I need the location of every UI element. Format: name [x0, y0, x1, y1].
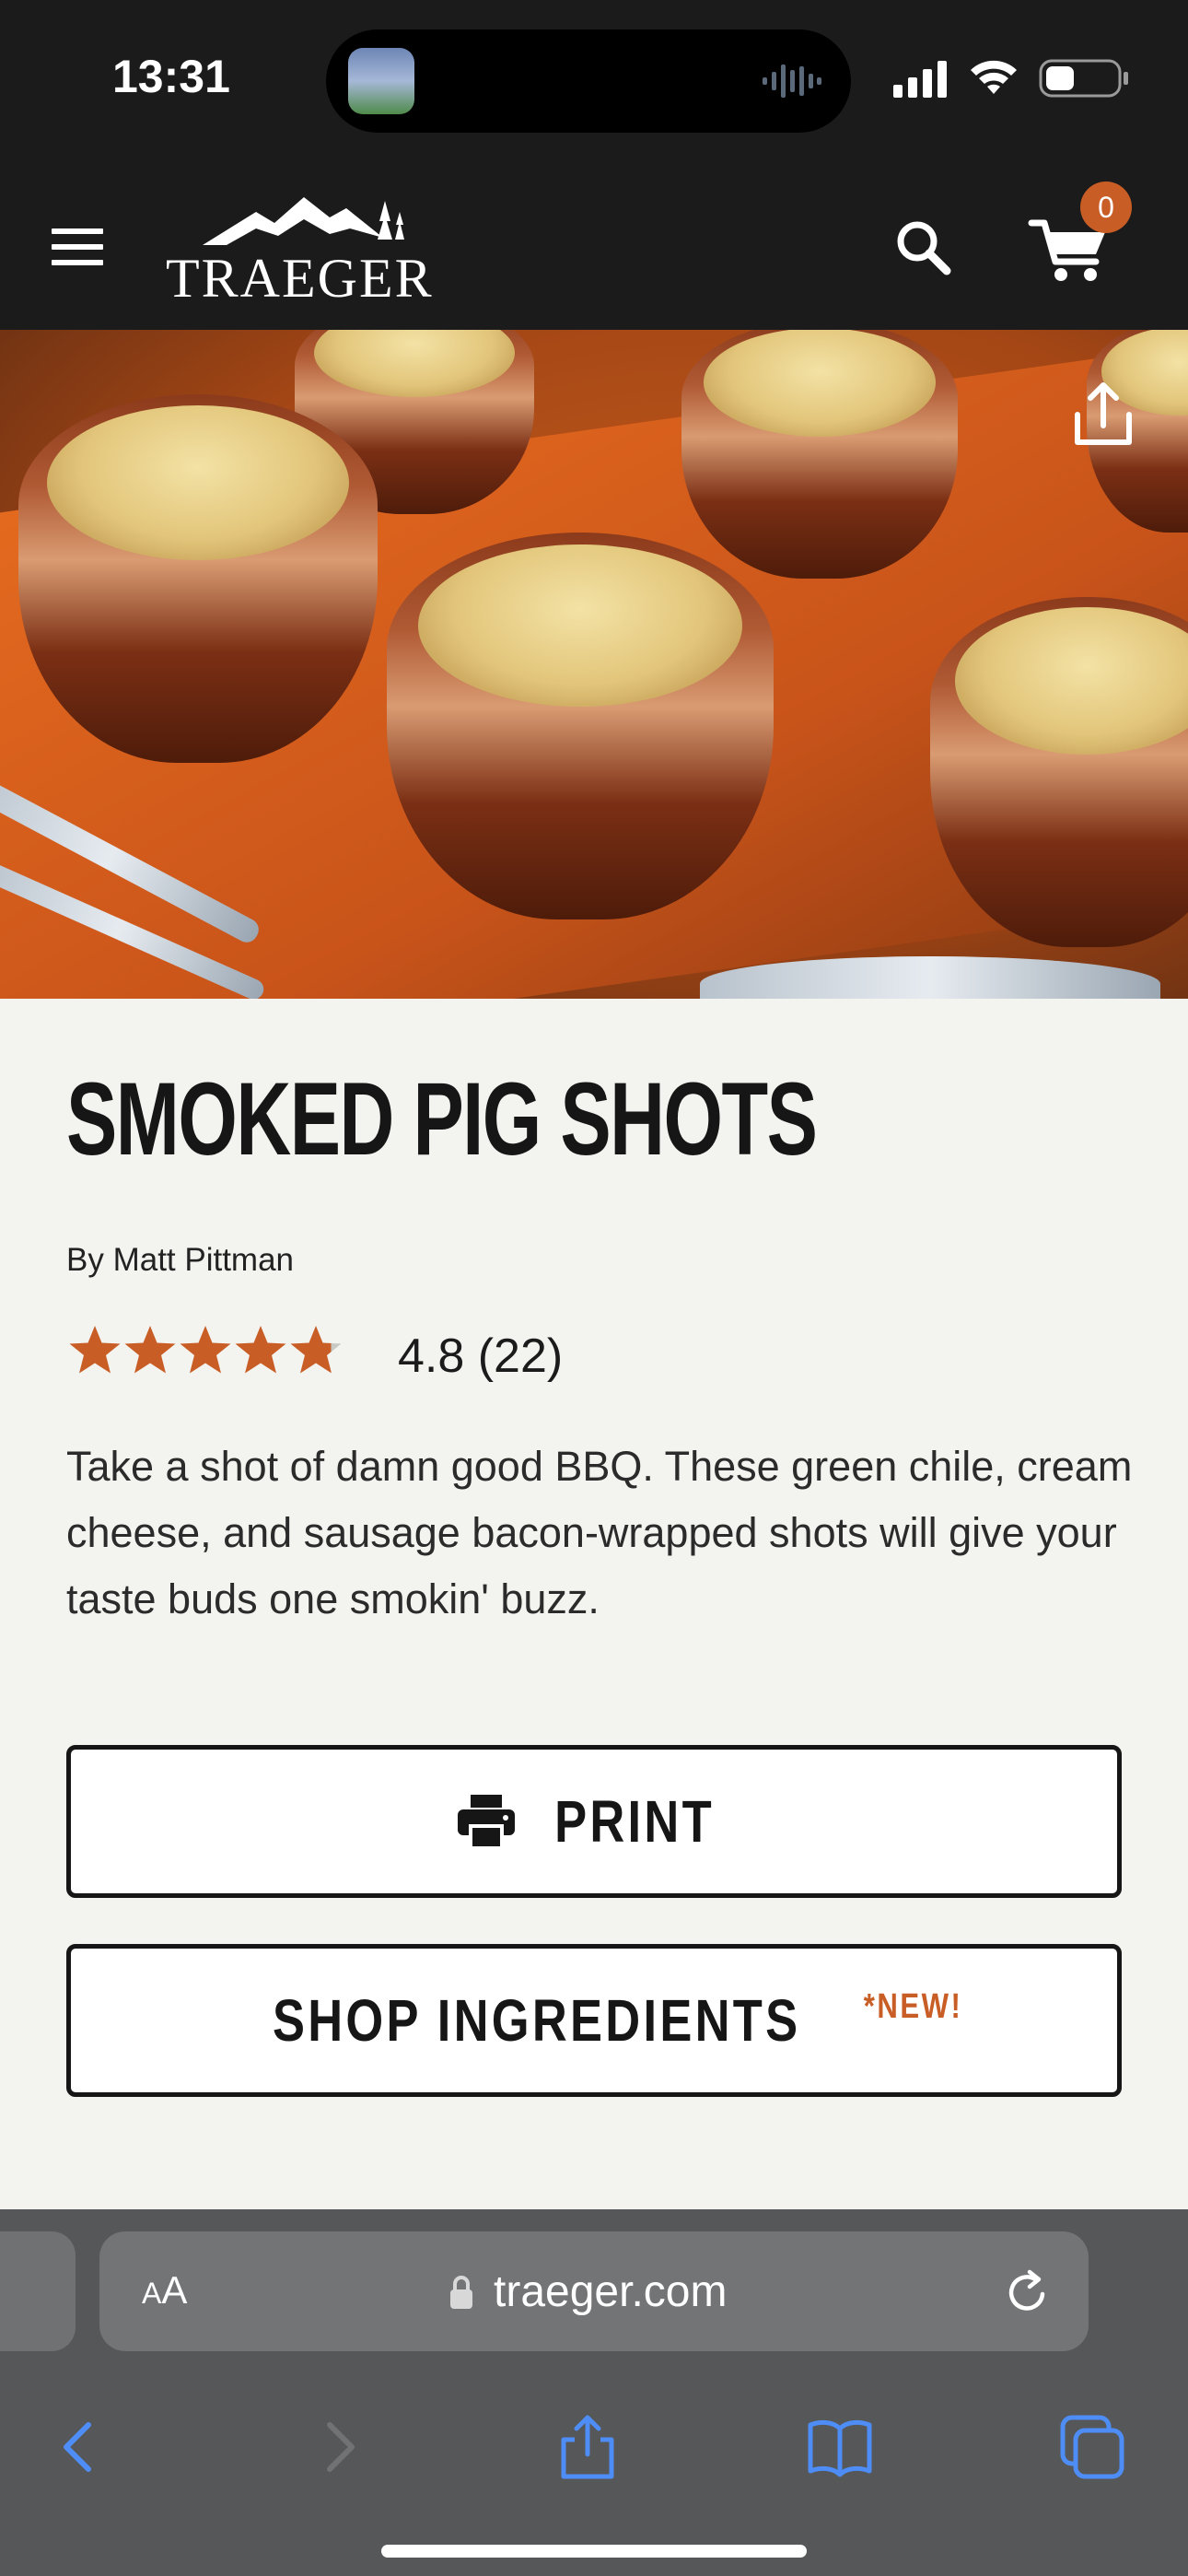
bookmarks-icon[interactable] — [807, 2414, 873, 2480]
shop-ingredients-button[interactable]: SHOP INGREDIENTS *NEW! — [66, 1944, 1122, 2097]
hamburger-icon-line — [52, 244, 103, 250]
lock-icon — [450, 2276, 472, 2309]
back-icon[interactable] — [46, 2414, 112, 2480]
address-bar[interactable]: AA traeger.com — [99, 2231, 1089, 2351]
star-icon — [69, 1326, 121, 1374]
wifi-icon — [971, 60, 1017, 94]
hamburger-icon-line — [52, 260, 103, 265]
printer-icon — [458, 1795, 515, 1850]
home-indicator[interactable] — [381, 2545, 807, 2558]
star-icon — [180, 1326, 231, 1374]
pig-shot — [681, 330, 958, 579]
recipe-author[interactable]: By Matt Pittman — [66, 1242, 294, 1279]
search-icon[interactable] — [891, 216, 956, 280]
battery-icon — [1039, 59, 1128, 98]
browser-toolbar: AA traeger.com — [0, 2209, 1188, 2576]
pig-shot — [930, 597, 1188, 947]
pig-shot — [387, 533, 774, 919]
status-time: 13:31 — [112, 51, 230, 102]
text-size-button[interactable]: AA — [142, 2268, 187, 2313]
previous-tab-preview[interactable] — [0, 2231, 76, 2351]
status-bar: 13:31 — [0, 0, 1188, 166]
mountain-logo-icon — [203, 197, 404, 245]
recipe-hero-image — [0, 330, 1188, 999]
now-playing-thumbnail — [348, 48, 414, 114]
new-badge: *NEW! — [863, 1986, 963, 2026]
tabs-icon[interactable] — [1059, 2414, 1125, 2480]
star-icon — [235, 1326, 286, 1374]
share-icon[interactable] — [1068, 380, 1138, 450]
dynamic-island — [326, 29, 851, 133]
print-button-label: PRINT — [554, 1788, 715, 1855]
url-text: traeger.com — [494, 2267, 728, 2316]
menu-button[interactable] — [52, 228, 103, 265]
star-icon — [290, 1326, 342, 1374]
recipe-description: Take a shot of damn good BBQ. These gree… — [66, 1443, 1133, 1622]
print-button[interactable]: PRINT — [66, 1745, 1122, 1898]
star-icon — [124, 1326, 176, 1374]
status-indicators — [893, 59, 1128, 98]
pig-shot — [18, 394, 378, 763]
site-header: TRAEGER — [0, 166, 1188, 330]
logo-text: TRAEGER — [166, 248, 434, 309]
forward-icon[interactable] — [306, 2414, 372, 2480]
cart-count-badge: 0 — [1080, 181, 1132, 233]
reload-icon[interactable] — [1002, 2266, 1054, 2318]
rating-text: 4.8 (22) — [398, 1329, 564, 1383]
audio-wave-icon — [763, 64, 821, 98]
star-rating — [66, 1323, 343, 1385]
traeger-logo[interactable]: TRAEGER — [166, 192, 433, 309]
recipe-rating[interactable]: 4.8 (22) — [66, 1323, 563, 1388]
cellular-signal-icon — [893, 61, 947, 98]
hamburger-icon-line — [52, 228, 103, 234]
shop-ingredients-label: SHOP INGREDIENTS — [272, 1987, 801, 2054]
recipe-title: SMOKED PIG SHOTS — [66, 1061, 818, 1177]
share-sheet-icon[interactable] — [554, 2414, 621, 2480]
